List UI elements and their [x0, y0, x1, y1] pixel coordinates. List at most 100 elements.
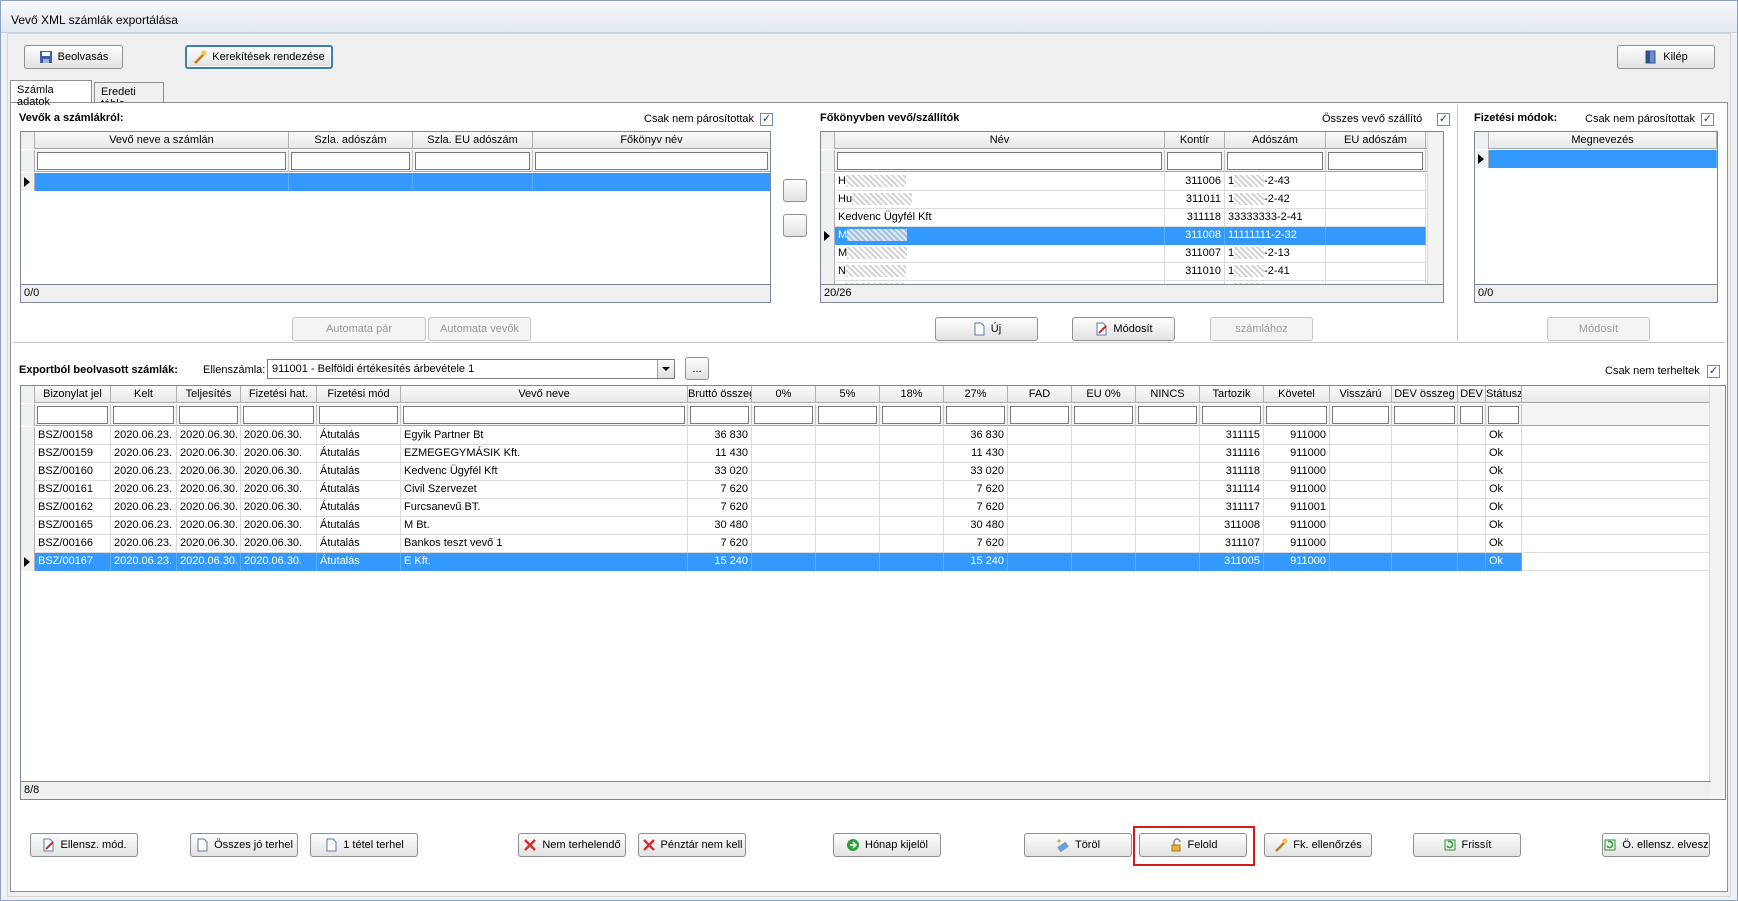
tab-eredeti-tabla[interactable]: Eredeti tábla — [94, 82, 164, 110]
filter-input[interactable] — [37, 152, 286, 170]
szamlahoz-button[interactable]: számlához — [1210, 317, 1313, 341]
frissit-button[interactable]: Frissít — [1413, 833, 1521, 857]
col-header[interactable]: Fizetési mód — [317, 386, 401, 403]
filter-input[interactable] — [403, 406, 685, 424]
filter-input[interactable] — [1074, 406, 1133, 424]
col-header[interactable]: 5% — [816, 386, 880, 403]
vevok-filter-checkbox[interactable]: ✓ — [760, 113, 773, 126]
col-header[interactable]: Teljesítés — [177, 386, 241, 403]
automata-par-button[interactable]: Automata pár — [292, 317, 426, 341]
table-row[interactable]: BSZ/00166 2020.06.23. 2020.06.30. 2020.06.3… — [21, 535, 1711, 553]
ellenszamla-browse-button[interactable]: ... — [685, 357, 709, 380]
osszes-jo-terhel-button[interactable]: Összes jó terhel — [190, 833, 298, 857]
honap-kijelol-button[interactable]: Hónap kijelöl — [833, 833, 941, 857]
col-header[interactable]: FAD — [1008, 386, 1072, 403]
table-row[interactable] — [1475, 150, 1717, 168]
grid-settings-icon[interactable] — [21, 386, 35, 403]
filter-input[interactable] — [1167, 152, 1222, 170]
filter-input[interactable] — [1227, 152, 1323, 170]
filter-input[interactable] — [113, 406, 174, 424]
col-header[interactable]: Visszárú — [1330, 386, 1392, 403]
nem-terhelendo-button[interactable]: Nem terhelendő — [518, 833, 626, 857]
tab-szamla-adatok[interactable]: Számla adatok — [10, 80, 92, 108]
filter-input[interactable] — [1010, 406, 1069, 424]
filter-input[interactable] — [37, 406, 108, 424]
table-row[interactable]: M 311008 11111111-2-32 — [821, 227, 1428, 245]
table-row[interactable]: N 311010 1 -2-41 — [821, 263, 1428, 281]
table-row[interactable]: Kedvenc Ügyfél Kft 311118 33333333-2-41 — [821, 209, 1428, 227]
fizetesi-modosit-button[interactable]: Módosít — [1547, 317, 1650, 341]
col-header[interactable]: Fizetési hat. — [241, 386, 317, 403]
egy-tetel-terhel-button[interactable]: 1 tétel terhel — [310, 833, 418, 857]
o-ellensz-elvesz-button[interactable]: Ö. ellensz. elvesz — [1602, 833, 1710, 857]
col-adoszam[interactable]: Adószám — [1225, 132, 1326, 149]
table-row[interactable]: Hu 311011 1 -2-42 — [821, 191, 1428, 209]
filter-input[interactable] — [1394, 406, 1455, 424]
col-szla-adoszam[interactable]: Szla. adószám — [289, 132, 413, 149]
fk-ellenorzes-button[interactable]: Fk. ellenőrzés — [1264, 833, 1372, 857]
filter-input[interactable] — [1488, 406, 1519, 424]
grid-settings-icon[interactable] — [821, 132, 835, 149]
table-row[interactable]: BSZ/00162 2020.06.23. 2020.06.30. 2020.06.3… — [21, 499, 1711, 517]
filter-input[interactable] — [291, 152, 410, 170]
penztar-nem-kell-button[interactable]: Pénztár nem kell — [638, 833, 746, 857]
col-header[interactable]: Követel — [1264, 386, 1330, 403]
col-megnevezes[interactable]: Megnevezés — [1489, 132, 1717, 149]
col-header[interactable]: 18% — [880, 386, 944, 403]
table-row[interactable]: BSZ/00165 2020.06.23. 2020.06.30. 2020.06.3… — [21, 517, 1711, 535]
filter-input[interactable] — [1328, 152, 1423, 170]
filter-input[interactable] — [946, 406, 1005, 424]
grid-settings-icon[interactable] — [21, 132, 35, 149]
col-header[interactable]: Kelt — [111, 386, 177, 403]
col-header[interactable]: Bizonylat jel — [35, 386, 111, 403]
col-header[interactable]: DEV — [1458, 386, 1486, 403]
filter-input[interactable] — [818, 406, 877, 424]
table-row[interactable]: BSZ/00159 2020.06.23. 2020.06.30. 2020.06.3… — [21, 445, 1711, 463]
export-scrollbar[interactable] — [1709, 386, 1725, 799]
table-row[interactable]: BSZ/00167 2020.06.23. 2020.06.30. 2020.06.3… — [21, 553, 1711, 571]
col-header[interactable]: DEV összeg — [1392, 386, 1458, 403]
filter-input[interactable] — [882, 406, 941, 424]
col-header[interactable]: Tartozik — [1200, 386, 1264, 403]
col-kontir[interactable]: Kontír — [1165, 132, 1225, 149]
col-header[interactable]: NINCS — [1136, 386, 1200, 403]
filter-input[interactable] — [319, 406, 398, 424]
table-row[interactable]: BSZ/00161 2020.06.23. 2020.06.30. 2020.06.3… — [21, 481, 1711, 499]
grid-settings-icon[interactable] — [1475, 132, 1489, 149]
filter-input[interactable] — [415, 152, 530, 170]
filter-input[interactable] — [1138, 406, 1197, 424]
table-row[interactable] — [21, 173, 770, 191]
filter-input[interactable] — [754, 406, 813, 424]
filter-input[interactable] — [690, 406, 749, 424]
filter-input[interactable] — [837, 152, 1162, 170]
kilep-button[interactable]: Kilép — [1617, 45, 1715, 69]
filter-input[interactable] — [179, 406, 238, 424]
filter-input[interactable] — [1266, 406, 1327, 424]
col-eu-adoszam[interactable]: EU adószám — [1326, 132, 1426, 149]
beolvasas-button[interactable]: Beolvasás — [24, 45, 123, 69]
col-vevo-neve[interactable]: Vevő neve a számlán — [35, 132, 289, 149]
col-szla-eu-adoszam[interactable]: Szla. EU adószám — [413, 132, 533, 149]
filter-input[interactable] — [535, 152, 768, 170]
col-header[interactable]: 0% — [752, 386, 816, 403]
fokonyv-filter-checkbox[interactable]: ✓ — [1437, 113, 1450, 126]
filter-input[interactable] — [1202, 406, 1261, 424]
modosit-button[interactable]: Módosít — [1072, 317, 1175, 341]
torol-button[interactable]: Töröl — [1024, 833, 1132, 857]
filter-input[interactable] — [243, 406, 314, 424]
ellensz-mod-button[interactable]: Ellensz. mód. — [30, 833, 138, 857]
uj-button[interactable]: Új — [935, 317, 1038, 341]
col-header[interactable]: Státusz — [1486, 386, 1522, 403]
col-fokonyv-nev[interactable]: Főkönyv név — [533, 132, 770, 149]
fokonyv-scrollbar[interactable] — [1427, 132, 1443, 284]
automata-vevok-button[interactable]: Automata vevők — [428, 317, 531, 341]
move-right-button[interactable] — [783, 179, 807, 202]
col-header[interactable]: Bruttó összeg — [688, 386, 752, 403]
export-filter-checkbox[interactable]: ✓ — [1707, 365, 1720, 378]
table-row[interactable]: BSZ/00158 2020.06.23. 2020.06.30. 2020.06.3… — [21, 427, 1711, 445]
col-header[interactable]: 27% — [944, 386, 1008, 403]
table-row[interactable]: BSZ/00160 2020.06.23. 2020.06.30. 2020.06.3… — [21, 463, 1711, 481]
move-left-button[interactable] — [783, 214, 807, 237]
col-header[interactable]: EU 0% — [1072, 386, 1136, 403]
fizetesi-filter-checkbox[interactable]: ✓ — [1701, 113, 1714, 126]
